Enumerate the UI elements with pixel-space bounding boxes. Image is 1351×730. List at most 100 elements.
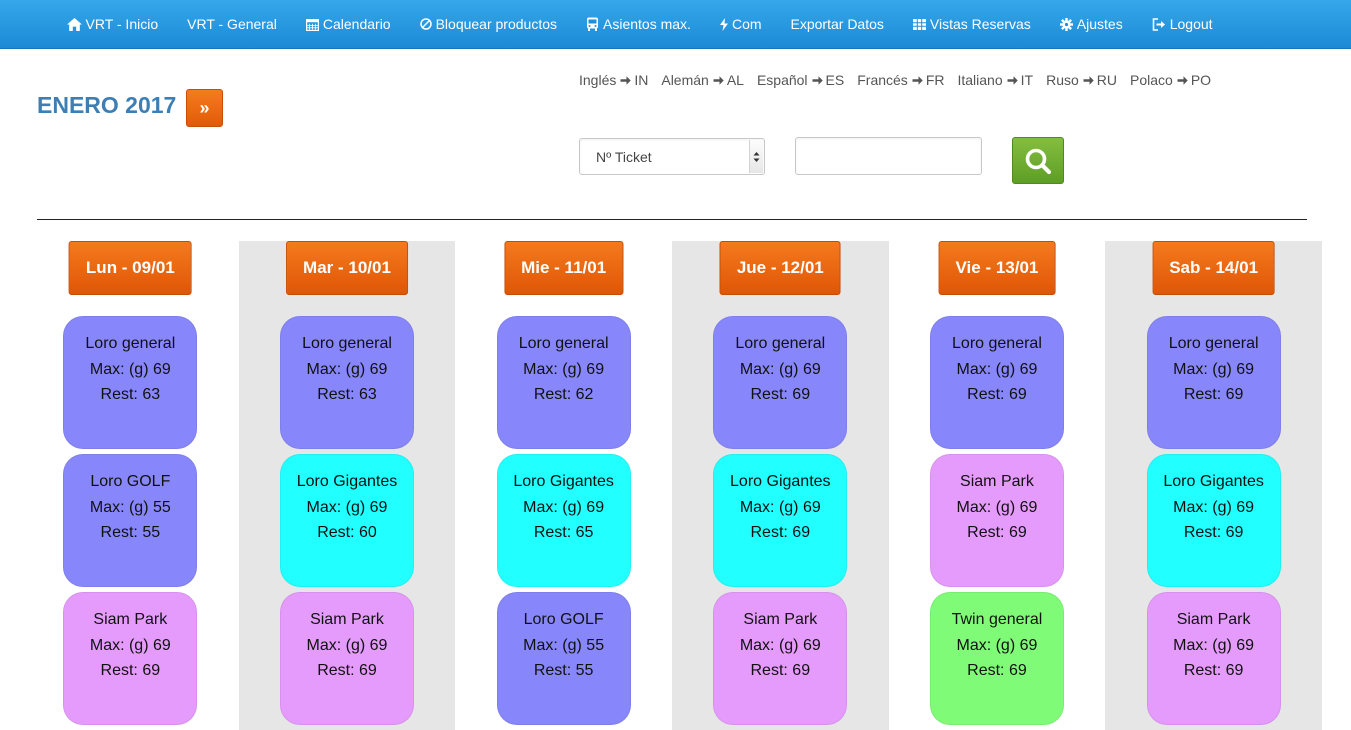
product-name: Loro Gigantes <box>513 473 614 490</box>
nav-exportar-datos[interactable]: Exportar Datos <box>776 0 898 49</box>
product-rest: Rest: 69 <box>750 662 811 679</box>
product-max: Max: (g) 69 <box>89 360 171 378</box>
home-icon <box>66 17 82 31</box>
nav-label: Calendario <box>322 16 391 32</box>
product-rest: Rest: 69 <box>1183 662 1244 679</box>
select-value: Nº Ticket <box>596 148 652 165</box>
lang-code: PO <box>1190 72 1212 88</box>
product-card[interactable]: Loro Gigantes Max: (g) 69 Rest: 69 <box>713 454 848 587</box>
search-button[interactable] <box>1012 137 1064 184</box>
arrow-right-icon <box>912 75 923 86</box>
product-max: Max: (g) 69 <box>523 360 605 378</box>
ticket-search-input[interactable] <box>795 137 982 175</box>
product-max: Max: (g) 69 <box>1173 360 1255 378</box>
product-card[interactable]: Twin general Max: (g) 69 Rest: 69 <box>929 592 1064 725</box>
nav-calendario[interactable]: Calendario <box>291 0 405 49</box>
product-card[interactable]: Loro general Max: (g) 69 Rest: 62 <box>496 316 631 449</box>
lang-code: AL <box>726 72 744 88</box>
nav-vrt-inicio[interactable]: VRT - Inicio <box>52 0 173 49</box>
next-month-button[interactable]: » <box>186 89 223 127</box>
day-column: Sab - 14/01 Loro general Max: (g) 69 Rest:… <box>1105 241 1322 730</box>
search-icon <box>1025 148 1052 174</box>
nav-label: Exportar Datos <box>790 16 884 32</box>
product-card[interactable]: Loro general Max: (g) 69 Rest: 69 <box>929 316 1064 449</box>
nav-ajustes[interactable]: Ajustes <box>1045 0 1137 49</box>
nav-vrt-general[interactable]: VRT - General <box>173 0 292 49</box>
arrow-right-icon <box>1177 75 1188 86</box>
product-card[interactable]: Siam Park Max: (g) 69 Rest: 69 <box>713 592 848 725</box>
product-max: Max: (g) 69 <box>1173 636 1255 654</box>
product-max: Max: (g) 69 <box>89 636 171 654</box>
nav-bloquear-productos[interactable]: Bloquear productos <box>405 0 571 49</box>
table-icon <box>912 18 926 30</box>
product-card[interactable]: Siam Park Max: (g) 69 Rest: 69 <box>63 592 198 725</box>
arrow-right-icon <box>1083 75 1094 86</box>
top-navbar: VRT - Inicio VRT - General Calendario Bl… <box>0 0 1351 49</box>
lang-item: Francés FR <box>857 72 944 88</box>
product-card[interactable]: Siam Park Max: (g) 69 Rest: 69 <box>279 592 414 725</box>
product-max: Max: (g) 55 <box>89 498 171 516</box>
product-name: Siam Park <box>743 611 818 628</box>
product-name: Loro general <box>85 335 176 352</box>
day-header-button[interactable]: Sab - 14/01 <box>1152 241 1276 295</box>
product-name: Twin general <box>951 611 1043 628</box>
day-header-button[interactable]: Jue - 12/01 <box>719 241 841 295</box>
product-card[interactable]: Loro general Max: (g) 69 Rest: 63 <box>279 316 414 449</box>
product-card[interactable]: Loro Gigantes Max: (g) 69 Rest: 69 <box>1146 454 1281 587</box>
day-header-button[interactable]: Vie - 13/01 <box>938 241 1056 295</box>
product-max: Max: (g) 69 <box>306 498 388 516</box>
lang-item: Italiano IT <box>957 72 1033 88</box>
product-max: Max: (g) 55 <box>523 636 605 654</box>
product-card[interactable]: Siam Park Max: (g) 69 Rest: 69 <box>929 454 1064 587</box>
product-name: Siam Park <box>310 611 384 628</box>
nav-com[interactable]: Com <box>705 0 776 49</box>
month-title: ENERO 2017 <box>37 92 177 118</box>
product-max: Max: (g) 69 <box>956 636 1038 654</box>
nav-label: Vistas Reservas <box>929 16 1031 32</box>
day-header-button[interactable]: Mie - 11/01 <box>504 241 624 295</box>
ban-icon <box>419 18 432 30</box>
product-max: Max: (g) 69 <box>739 636 821 654</box>
nav-vistas-reservas[interactable]: Vistas Reservas <box>898 0 1045 49</box>
product-name: Loro Gigantes <box>730 473 831 490</box>
product-card[interactable]: Loro general Max: (g) 69 Rest: 69 <box>1146 316 1281 449</box>
ticket-type-select[interactable]: Nº Ticket <box>579 138 765 175</box>
nav-label: Asientos max. <box>603 16 691 32</box>
product-max: Max: (g) 69 <box>306 360 388 378</box>
product-name: Loro GOLF <box>90 473 171 490</box>
product-card[interactable]: Loro general Max: (g) 69 Rest: 69 <box>713 316 848 449</box>
lang-name: Francés <box>857 72 908 88</box>
product-name: Siam Park <box>93 611 168 628</box>
lang-name: Ruso <box>1046 72 1079 88</box>
product-rest: Rest: 63 <box>100 386 161 403</box>
product-name: Loro general <box>302 335 392 352</box>
product-card[interactable]: Loro Gigantes Max: (g) 69 Rest: 65 <box>496 454 631 587</box>
day-column: Mie - 11/01 Loro general Max: (g) 69 Rest:… <box>455 241 672 730</box>
nav-label: VRT - General <box>187 16 277 32</box>
product-card[interactable]: Loro GOLF Max: (g) 55 Rest: 55 <box>63 454 198 587</box>
product-name: Loro general <box>735 335 826 352</box>
product-name: Loro Gigantes <box>1163 473 1264 490</box>
nav-logout[interactable]: Logout <box>1137 0 1227 49</box>
product-max: Max: (g) 69 <box>739 498 821 516</box>
product-card[interactable]: Loro GOLF Max: (g) 55 Rest: 55 <box>496 592 631 725</box>
nav-asientos-max[interactable]: Asientos max. <box>572 0 706 49</box>
day-header-button[interactable]: Mar - 10/01 <box>286 241 408 295</box>
product-name: Loro Gigantes <box>296 473 398 490</box>
product-rest: Rest: 63 <box>317 386 377 403</box>
lang-name: Español <box>756 72 808 88</box>
arrow-right-icon <box>812 75 823 86</box>
product-rest: Rest: 69 <box>317 662 377 679</box>
product-max: Max: (g) 69 <box>956 498 1038 516</box>
day-header-button[interactable]: Lun - 09/01 <box>68 241 192 295</box>
day-column: Lun - 09/01 Loro general Max: (g) 69 Rest:… <box>22 241 239 730</box>
language-legend: Inglés IN Alemán AL Español ES Francés F… <box>579 72 1224 88</box>
product-card[interactable]: Loro general Max: (g) 69 Rest: 63 <box>63 316 198 449</box>
product-rest: Rest: 69 <box>750 386 811 403</box>
lang-item: Polaco PO <box>1130 72 1211 88</box>
product-card[interactable]: Loro Gigantes Max: (g) 69 Rest: 60 <box>279 454 414 587</box>
product-card[interactable]: Siam Park Max: (g) 69 Rest: 69 <box>1146 592 1281 725</box>
product-rest: Rest: 65 <box>533 524 594 541</box>
product-max: Max: (g) 69 <box>306 636 388 654</box>
bolt-icon <box>719 17 728 31</box>
